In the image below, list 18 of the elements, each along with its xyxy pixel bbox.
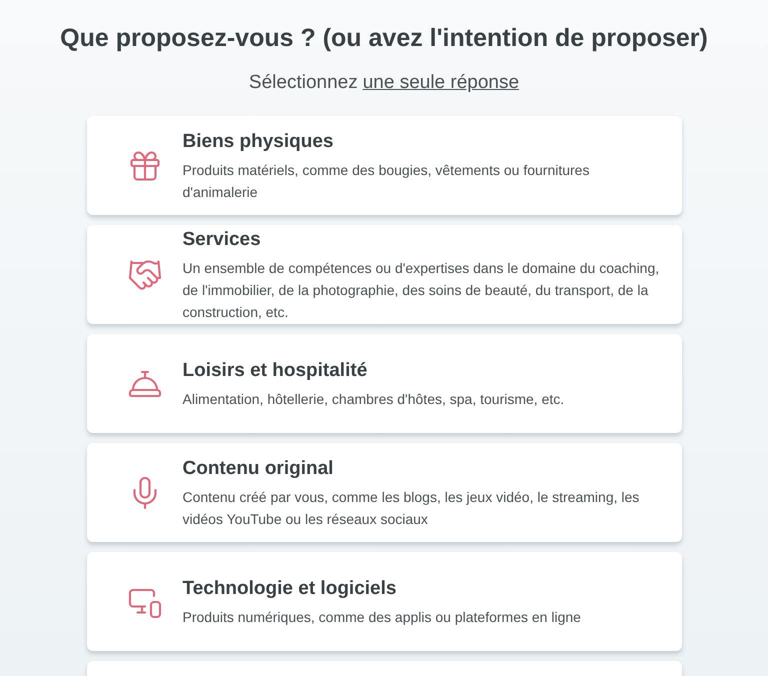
option-card[interactable]: Biens physiques Produits matériels, comme des bougies, vêtements ou fournitures d'animalerie (86, 116, 682, 215)
option-card[interactable]: Contenu original Contenu créé par vous, comme les blogs, les jeux vidéo, le streaming, les vidéos YouTube ou les réseaux sociaux (86, 443, 682, 542)
option-title: Services (182, 228, 262, 252)
option-title: Biens physiques (182, 130, 334, 154)
option-description: Contenu créé par vous, comme les blogs, les jeux vidéo, le streaming, les vidéos YouTube ou les réseaux sociaux (182, 488, 640, 528)
option-description: Alimentation, hôtellerie, chambres d'hôtes, spa, tourisme, etc. (182, 390, 566, 409)
subtitle-text: Sélectionnez (248, 71, 358, 95)
option-title: Contenu original (182, 456, 334, 480)
option-card[interactable]: Technologie et logiciels Produits numériques, comme des applis ou plateformes en ligne (86, 552, 682, 651)
single-answer-link[interactable]: une seule réponse (362, 70, 520, 96)
option-description: Un ensemble de compétences ou d'expertises dans le domaine du coaching, de l'immobilier, de la photographie, des soins de beauté, du transport, de la construction, etc. (182, 258, 660, 322)
page-heading: Que proposez-vous ? (ou avez l'intention de proposer) (60, 23, 708, 54)
option-title: Loisirs et hospitalité (182, 358, 368, 382)
option-description: Produits numériques, comme des applis ou plateformes en ligne (182, 608, 582, 627)
option-card[interactable]: Loisirs et hospitalité Alimentation, hôtellerie, chambres d'hôtes, spa, tourisme, etc. (86, 334, 682, 433)
option-description: Produits matériels, comme des bougies, vêtements ou fournitures d'animalerie (182, 160, 590, 202)
option-card[interactable]: Services Un ensemble de compétences ou d'expertises dans le domaine du coaching, de l'immobilier, de la photographie, des soins de beauté, du transport, de la construction, etc. (86, 225, 682, 324)
option-title: Technologie et logiciels (182, 576, 398, 600)
